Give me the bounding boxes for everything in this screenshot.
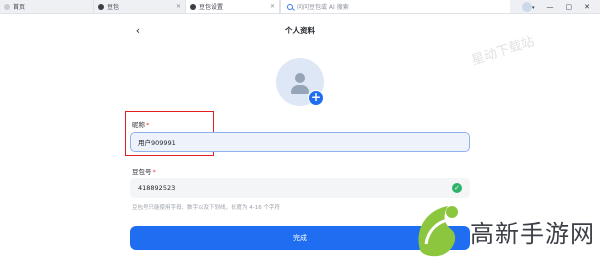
doubao-id-value: 418892523 — [138, 184, 176, 192]
doubao-favicon-icon — [98, 3, 104, 10]
site-watermark: 星动下载站 — [469, 34, 537, 69]
nickname-label: 昵称* — [132, 121, 150, 129]
brand-watermark: 高新手游网 — [470, 220, 595, 248]
nickname-input[interactable]: 用户909991 — [130, 132, 470, 152]
nickname-value: 用户909991 — [138, 139, 176, 147]
user-silhouette-icon — [295, 73, 305, 83]
page-title: 个人资料 — [285, 26, 315, 35]
doubao-favicon-icon — [190, 3, 196, 10]
browser-tabbar: 首页 豆包 ✕ 豆包设置 ✕ 问问豆包或 AI 搜索 ▾ — ▢ ✕ — [0, 0, 600, 14]
required-mark: * — [146, 121, 150, 129]
page: 首页 豆包 ✕ 豆包设置 ✕ 问问豆包或 AI 搜索 ▾ — ▢ ✕ ‹ 个人资… — [0, 0, 600, 259]
home-favicon-icon — [4, 3, 10, 10]
doubao-id-input[interactable]: 418892523 ✓ — [130, 178, 470, 198]
close-window-icon[interactable]: ✕ — [584, 3, 590, 11]
minimize-icon[interactable]: — — [547, 3, 554, 11]
tab-label: 豆包 — [107, 4, 120, 11]
check-circle-icon: ✓ — [452, 183, 462, 193]
brand-logo-icon — [418, 206, 458, 257]
profile-avatar-icon[interactable]: ▾ — [521, 1, 535, 12]
doubao-id-hint: 豆包号只能使用字母、数字以及下划线，长度为 4-16 个字符 — [132, 205, 280, 211]
close-tab-icon[interactable]: ✕ — [270, 3, 275, 10]
window-controls: ▾ — ▢ ✕ — [521, 0, 600, 13]
tab-doubao-settings[interactable]: 豆包设置 ✕ — [186, 0, 280, 13]
doubao-id-label: 豆包号* — [132, 168, 156, 176]
address-bar[interactable]: 问问豆包或 AI 搜索 — [280, 0, 510, 13]
tab-label: 首页 — [13, 4, 26, 11]
tab-doubao[interactable]: 豆包 ✕ — [94, 0, 186, 13]
tab-label: 豆包设置 — [199, 4, 224, 11]
search-icon — [287, 3, 293, 10]
tab-home[interactable]: 首页 — [0, 0, 94, 13]
address-placeholder: 问问豆包或 AI 搜索 — [297, 4, 349, 11]
close-tab-icon[interactable]: ✕ — [176, 3, 181, 10]
plus-icon[interactable]: + — [308, 90, 324, 106]
maximize-icon[interactable]: ▢ — [566, 3, 573, 11]
required-mark: * — [152, 168, 156, 176]
